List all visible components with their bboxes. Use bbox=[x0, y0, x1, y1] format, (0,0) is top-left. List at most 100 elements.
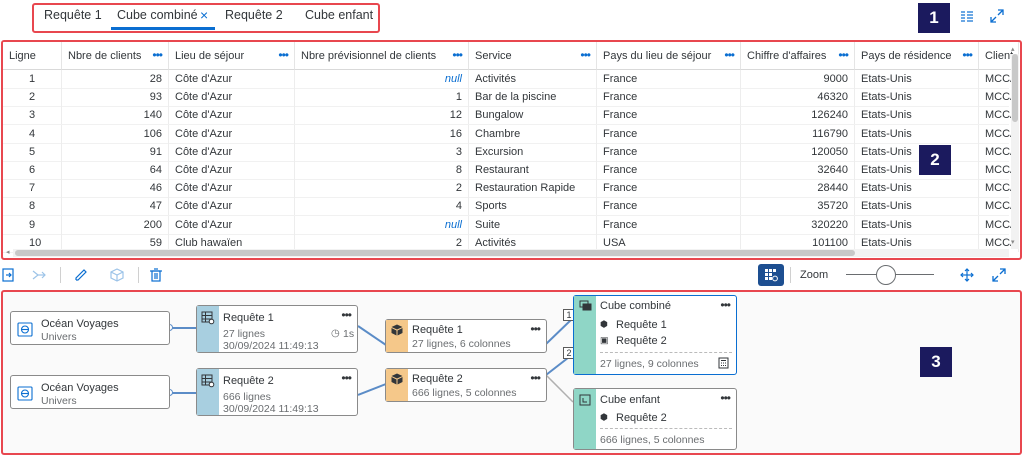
column-menu-icon[interactable]: ••• bbox=[152, 48, 163, 62]
horizontal-scrollbar-thumb[interactable] bbox=[15, 250, 855, 256]
zoom-slider-handle[interactable] bbox=[875, 265, 896, 285]
more-options-icon[interactable]: ••• bbox=[341, 371, 352, 385]
connector-line bbox=[170, 327, 198, 329]
query-title: Requête 2 bbox=[223, 375, 274, 387]
scroll-down-icon[interactable]: ▾ bbox=[1011, 238, 1015, 246]
splitter-handle-icon[interactable]: ••• bbox=[501, 256, 507, 258]
child-cube-size: 666 lignes, 5 colonnes bbox=[600, 434, 705, 446]
source-node[interactable]: Océan Voyages Univers bbox=[10, 311, 170, 345]
table-cell: null bbox=[295, 215, 469, 234]
merge-icon[interactable] bbox=[30, 266, 48, 284]
close-tab-icon[interactable]: × bbox=[200, 7, 208, 23]
column-header[interactable]: Chiffre d'affaires ••• bbox=[741, 42, 855, 70]
query-grid-icon bbox=[201, 311, 215, 328]
combined-item: Requête 2 bbox=[616, 335, 667, 347]
table-cell: France bbox=[597, 215, 741, 234]
data-flow-diagram: 1 2 Océan Voyages Univers Océan Voyages … bbox=[1, 290, 1022, 455]
combined-cube-icon bbox=[579, 300, 592, 315]
grid-view-toggle-icon[interactable] bbox=[758, 264, 784, 286]
edit-icon[interactable] bbox=[72, 266, 90, 284]
column-list-icon[interactable] bbox=[958, 8, 976, 26]
source-node[interactable]: Océan Voyages Univers bbox=[10, 375, 170, 409]
table-cell: 9000 bbox=[741, 70, 855, 88]
table-cell: Côte d'Azur bbox=[169, 142, 295, 161]
fit-to-screen-icon[interactable] bbox=[958, 266, 976, 284]
table-cell: 28 bbox=[62, 70, 169, 88]
query-date: 30/09/2024 11:49:13 bbox=[223, 340, 319, 352]
add-source-icon[interactable] bbox=[0, 266, 18, 284]
cube-settings-icon[interactable] bbox=[108, 266, 126, 284]
more-options-icon[interactable]: ••• bbox=[530, 371, 541, 385]
vertical-scrollbar[interactable] bbox=[1011, 54, 1019, 249]
cube-item-icon: ▣ bbox=[600, 335, 609, 345]
scroll-left-icon[interactable]: ◂ bbox=[6, 248, 10, 256]
cube-icon bbox=[391, 373, 403, 388]
table-cell: 3 bbox=[295, 142, 469, 161]
query-duration: 1s bbox=[343, 328, 355, 340]
active-tab-indicator bbox=[111, 27, 215, 30]
table-cell: Bar de la piscine bbox=[469, 88, 597, 107]
more-options-icon[interactable]: ••• bbox=[720, 391, 731, 405]
column-menu-icon[interactable]: ••• bbox=[724, 48, 735, 62]
tab-requete-1[interactable]: Requête 1 bbox=[44, 8, 102, 22]
column-header[interactable]: Nbre prévisionnel de clients ••• bbox=[295, 42, 469, 70]
more-options-icon[interactable]: ••• bbox=[530, 322, 541, 336]
diagram-toolbar: Zoom bbox=[0, 262, 1024, 288]
table-cell: 46 bbox=[62, 179, 169, 198]
table-cell: 4 bbox=[3, 124, 62, 143]
tab-cube-enfant[interactable]: Cube enfant bbox=[305, 8, 373, 22]
cube-size: 666 lignes, 5 colonnes bbox=[412, 387, 517, 399]
table-cell: Côte d'Azur bbox=[169, 179, 295, 198]
column-header[interactable]: Pays du lieu de séjour ••• bbox=[597, 42, 741, 70]
more-options-icon[interactable]: ••• bbox=[341, 308, 352, 322]
scroll-up-icon[interactable]: ▴ bbox=[1011, 45, 1015, 53]
horizontal-scrollbar[interactable] bbox=[13, 249, 1009, 257]
column-menu-icon[interactable]: ••• bbox=[962, 48, 973, 62]
more-options-icon[interactable]: ••• bbox=[720, 298, 731, 312]
child-cube-node[interactable]: Cube enfant ••• ⬢ Requête 2 666 lignes, … bbox=[573, 388, 737, 450]
table-cell: Côte d'Azur bbox=[169, 215, 295, 234]
column-menu-icon[interactable]: ••• bbox=[580, 48, 591, 62]
table-cell: 7 bbox=[3, 179, 62, 198]
tab-requete-2[interactable]: Requête 2 bbox=[225, 8, 283, 22]
table-cell: 35720 bbox=[741, 197, 855, 216]
table-cell: Restaurant bbox=[469, 161, 597, 179]
combined-cube-title: Cube combiné bbox=[600, 300, 671, 312]
query-node[interactable]: Requête 1 ••• 27 lignes 30/09/2024 11:49… bbox=[196, 305, 358, 353]
cube-node[interactable]: Requête 1 ••• 27 lignes, 6 colonnes bbox=[385, 319, 547, 353]
table-cell: 200 bbox=[62, 215, 169, 234]
table-cell: 1 bbox=[295, 88, 469, 107]
column-menu-icon[interactable]: ••• bbox=[838, 48, 849, 62]
table-cell: 8 bbox=[3, 197, 62, 216]
combined-item: Requête 1 bbox=[616, 319, 667, 331]
delete-icon[interactable] bbox=[147, 266, 165, 284]
child-cube-title: Cube enfant bbox=[600, 394, 660, 406]
table-cell: Côte d'Azur bbox=[169, 161, 295, 179]
zoom-label: Zoom bbox=[800, 269, 829, 281]
tab-cube-combine[interactable]: Cube combiné bbox=[117, 8, 198, 22]
column-header[interactable]: Ligne bbox=[3, 42, 62, 70]
clock-icon: ◷ bbox=[331, 328, 340, 339]
query-node[interactable]: Requête 2 ••• 666 lignes 30/09/2024 11:4… bbox=[196, 368, 358, 416]
combined-cube-size: 27 lignes, 9 colonnes bbox=[600, 358, 699, 370]
calculator-icon[interactable] bbox=[718, 357, 729, 372]
cube-node[interactable]: Requête 2 ••• 666 lignes, 5 colonnes bbox=[385, 368, 547, 402]
table-cell: France bbox=[597, 142, 741, 161]
column-header[interactable]: Nbre de clients ••• bbox=[62, 42, 169, 70]
fullscreen-icon[interactable] bbox=[988, 7, 1006, 25]
vertical-scrollbar-thumb[interactable] bbox=[1012, 54, 1018, 122]
callout-badge-3: 3 bbox=[920, 347, 952, 377]
column-header[interactable]: Lieu de séjour ••• bbox=[169, 42, 295, 70]
column-menu-icon[interactable]: ••• bbox=[452, 48, 463, 62]
expand-diagram-icon[interactable] bbox=[990, 266, 1008, 284]
table-cell: 106 bbox=[62, 124, 169, 143]
combined-cube-node[interactable]: Cube combiné ••• ⬢ Requête 1 ▣ Requête 2… bbox=[573, 295, 737, 375]
cube-size: 27 lignes, 6 colonnes bbox=[412, 338, 511, 350]
table-cell: France bbox=[597, 70, 741, 88]
column-header[interactable]: Pays de résidence ••• bbox=[855, 42, 979, 70]
column-header[interactable]: Service ••• bbox=[469, 42, 597, 70]
table-cell: 1 bbox=[3, 70, 62, 88]
tab-bar: Requête 1 Cube combiné × Requête 2 Cube … bbox=[0, 0, 1024, 38]
column-menu-icon[interactable]: ••• bbox=[278, 48, 289, 62]
child-cube-icon bbox=[579, 394, 591, 409]
